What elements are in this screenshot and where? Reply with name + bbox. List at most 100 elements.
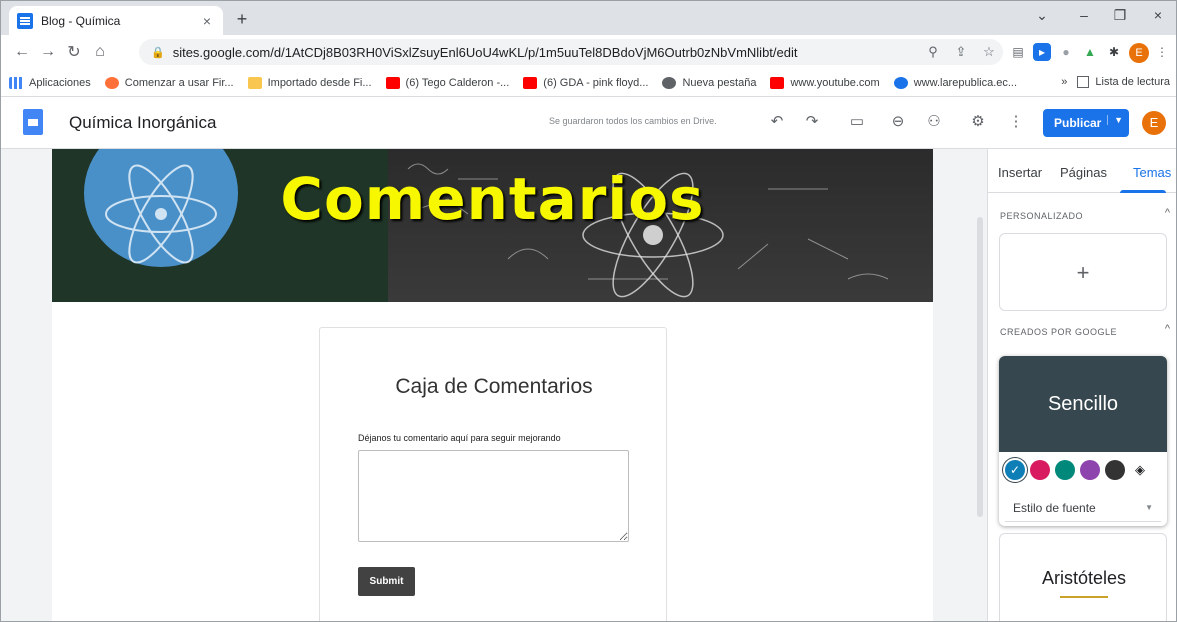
bookmark-label: Comenzar a usar Fir... xyxy=(124,76,234,89)
google-sites-favicon-icon xyxy=(17,12,33,29)
bookmark-label: Aplicaciones xyxy=(29,76,91,89)
chevron-down-icon[interactable]: ▼ xyxy=(1107,115,1123,125)
bookmark-label: www.larepublica.ec... xyxy=(913,76,1018,89)
extensions-puzzle-icon[interactable]: ✱ xyxy=(1105,43,1123,61)
theme-card-aristoteles[interactable]: Aristóteles xyxy=(999,533,1167,621)
swatch-teal[interactable] xyxy=(1055,460,1075,480)
reload-icon[interactable]: ↻ xyxy=(61,42,87,62)
bookmark-youtube-tego[interactable]: (6) Tego Calderon -... xyxy=(385,76,510,89)
bookmark-folder[interactable]: Importado desde Fi... xyxy=(247,76,372,89)
publish-label: Publicar xyxy=(1054,116,1102,130)
tab-title: Blog - Química xyxy=(41,13,121,28)
bookmark-apps[interactable]: Aplicaciones xyxy=(9,76,91,89)
tab-search-icon[interactable]: ⌄ xyxy=(1027,7,1057,24)
user-avatar[interactable]: E xyxy=(1142,111,1166,135)
bookmark-label: Importado desde Fi... xyxy=(267,76,372,89)
lock-icon[interactable]: 🔒 xyxy=(151,46,165,59)
header-banner[interactable]: Comentarios xyxy=(52,149,933,302)
google-sites-logo-icon[interactable] xyxy=(23,109,43,135)
redo-icon[interactable]: ↷ xyxy=(801,111,823,133)
banner-title[interactable]: Comentarios xyxy=(52,165,933,233)
add-custom-theme-button[interactable]: + xyxy=(999,233,1167,311)
theme-name: Aristóteles xyxy=(1041,568,1127,588)
bookmark-label: (6) Tego Calderon -... xyxy=(405,76,510,89)
site-name[interactable]: Química Inorgánica xyxy=(69,113,216,133)
bookmark-star-icon[interactable]: ☆ xyxy=(975,44,1003,60)
canvas-scrollbar[interactable] xyxy=(977,217,983,517)
zoom-extension-icon[interactable]: ▸ xyxy=(1033,43,1051,61)
url-text[interactable]: sites.google.com/d/1AtCDj8B03RH0ViSxlZsu… xyxy=(173,45,919,60)
sites-editor-header: Química Inorgánica Se guardaron todos lo… xyxy=(1,97,1176,149)
theme-preview: Sencillo xyxy=(999,356,1167,452)
theme-card-sencillo[interactable]: Sencillo ◈ Estilo de fuente ▼ xyxy=(999,356,1167,526)
chevron-up-icon[interactable]: ^ xyxy=(1165,207,1170,219)
chevron-up-icon[interactable]: ^ xyxy=(1165,323,1170,335)
youtube-icon xyxy=(385,76,400,89)
bookmark-label: (6) GDA - pink floyd... xyxy=(543,76,649,89)
bookmark-firefox[interactable]: Comenzar a usar Fir... xyxy=(104,76,234,89)
bookmark-label: www.youtube.com xyxy=(790,76,880,89)
font-style-label: Estilo de fuente xyxy=(1013,500,1096,515)
editor-canvas: Comentarios Caja de Comentarios Déjanos … xyxy=(1,149,987,621)
globe-icon xyxy=(662,76,677,89)
dropdown-caret-icon: ▼ xyxy=(1145,503,1153,512)
browser-menu-icon[interactable]: ⋮ xyxy=(1153,43,1171,61)
close-window-button[interactable]: × xyxy=(1143,7,1173,23)
active-tab-indicator xyxy=(1120,190,1166,193)
back-arrow-icon[interactable]: ← xyxy=(9,43,35,61)
swatch-pink[interactable] xyxy=(1030,460,1050,480)
bookmark-youtube[interactable]: www.youtube.com xyxy=(770,76,880,89)
larepublica-icon xyxy=(893,76,908,89)
address-bar[interactable]: 🔒 sites.google.com/d/1AtCDj8B03RH0ViSxlZ… xyxy=(139,39,1003,65)
tab-paginas[interactable]: Páginas xyxy=(1060,165,1107,180)
reading-list-icon xyxy=(1077,76,1090,88)
comment-form-embed[interactable]: Caja de Comentarios Déjanos tu comentari… xyxy=(319,327,667,621)
bookmarks-overflow-icon[interactable]: » xyxy=(1061,76,1067,88)
forward-arrow-icon[interactable]: → xyxy=(35,43,61,61)
bookmark-larepublica[interactable]: www.larepublica.ec... xyxy=(893,76,1018,89)
link-icon[interactable]: ⊖ xyxy=(887,111,909,133)
paint-bucket-icon[interactable]: ◈ xyxy=(1130,462,1150,478)
folder-icon xyxy=(247,76,262,89)
undo-icon[interactable]: ↶ xyxy=(766,111,788,133)
preview-devices-icon[interactable]: ▭ xyxy=(846,111,868,133)
browser-window: Blog - Química × + ⌄ – ❐ × ← → ↻ ⌂ 🔒 sit… xyxy=(0,0,1177,622)
home-icon[interactable]: ⌂ xyxy=(87,43,113,61)
close-tab-icon[interactable]: × xyxy=(199,13,215,29)
minimize-button[interactable]: – xyxy=(1069,7,1099,23)
reading-list-link[interactable]: Lista de lectura xyxy=(1095,76,1170,88)
bookmark-youtube-gda[interactable]: (6) GDA - pink floyd... xyxy=(523,76,649,89)
color-swatches: ◈ xyxy=(1005,460,1150,480)
save-status: Se guardaron todos los cambios en Drive. xyxy=(549,116,717,126)
swatch-black[interactable] xyxy=(1105,460,1125,480)
publish-button[interactable]: Publicar ▼ xyxy=(1043,109,1129,137)
extension-dot-icon[interactable]: ● xyxy=(1057,43,1075,61)
comment-textarea[interactable] xyxy=(358,450,629,542)
font-style-select[interactable]: Estilo de fuente ▼ xyxy=(1005,494,1161,522)
site-page: Comentarios Caja de Comentarios Déjanos … xyxy=(52,149,933,621)
drive-extension-icon[interactable]: ▲ xyxy=(1081,43,1099,61)
bookmark-new-tab[interactable]: Nueva pestaña xyxy=(662,76,756,89)
youtube-icon xyxy=(523,76,538,89)
settings-gear-icon[interactable]: ⚙ xyxy=(967,111,989,133)
swatch-purple[interactable] xyxy=(1080,460,1100,480)
side-panel: Insertar Páginas Temas PERSONALIZADO ^ +… xyxy=(987,149,1176,621)
google-section-heading: CREADOS POR GOOGLE xyxy=(1000,327,1118,337)
youtube-icon xyxy=(770,76,785,89)
restore-button[interactable]: ❐ xyxy=(1105,7,1135,24)
tab-temas[interactable]: Temas xyxy=(1133,165,1171,180)
more-options-icon[interactable]: ⋮ xyxy=(1005,111,1027,133)
share-user-icon[interactable]: ⚇ xyxy=(923,111,945,133)
firefox-icon xyxy=(104,76,119,89)
profile-avatar[interactable]: E xyxy=(1129,43,1149,63)
tab-insertar[interactable]: Insertar xyxy=(998,165,1042,180)
custom-section-heading: PERSONALIZADO xyxy=(1000,211,1084,221)
search-zoom-icon[interactable]: ⚲ xyxy=(919,44,947,60)
new-tab-button[interactable]: + xyxy=(231,9,253,30)
share-icon[interactable]: ⇪ xyxy=(947,44,975,60)
browser-tab[interactable]: Blog - Química × xyxy=(9,6,223,35)
theme-accent-line xyxy=(1060,596,1108,598)
submit-button[interactable]: Submit xyxy=(358,567,415,596)
swatch-blue-selected[interactable] xyxy=(1005,460,1025,480)
docs-extension-icon[interactable]: ▤ xyxy=(1009,43,1027,61)
